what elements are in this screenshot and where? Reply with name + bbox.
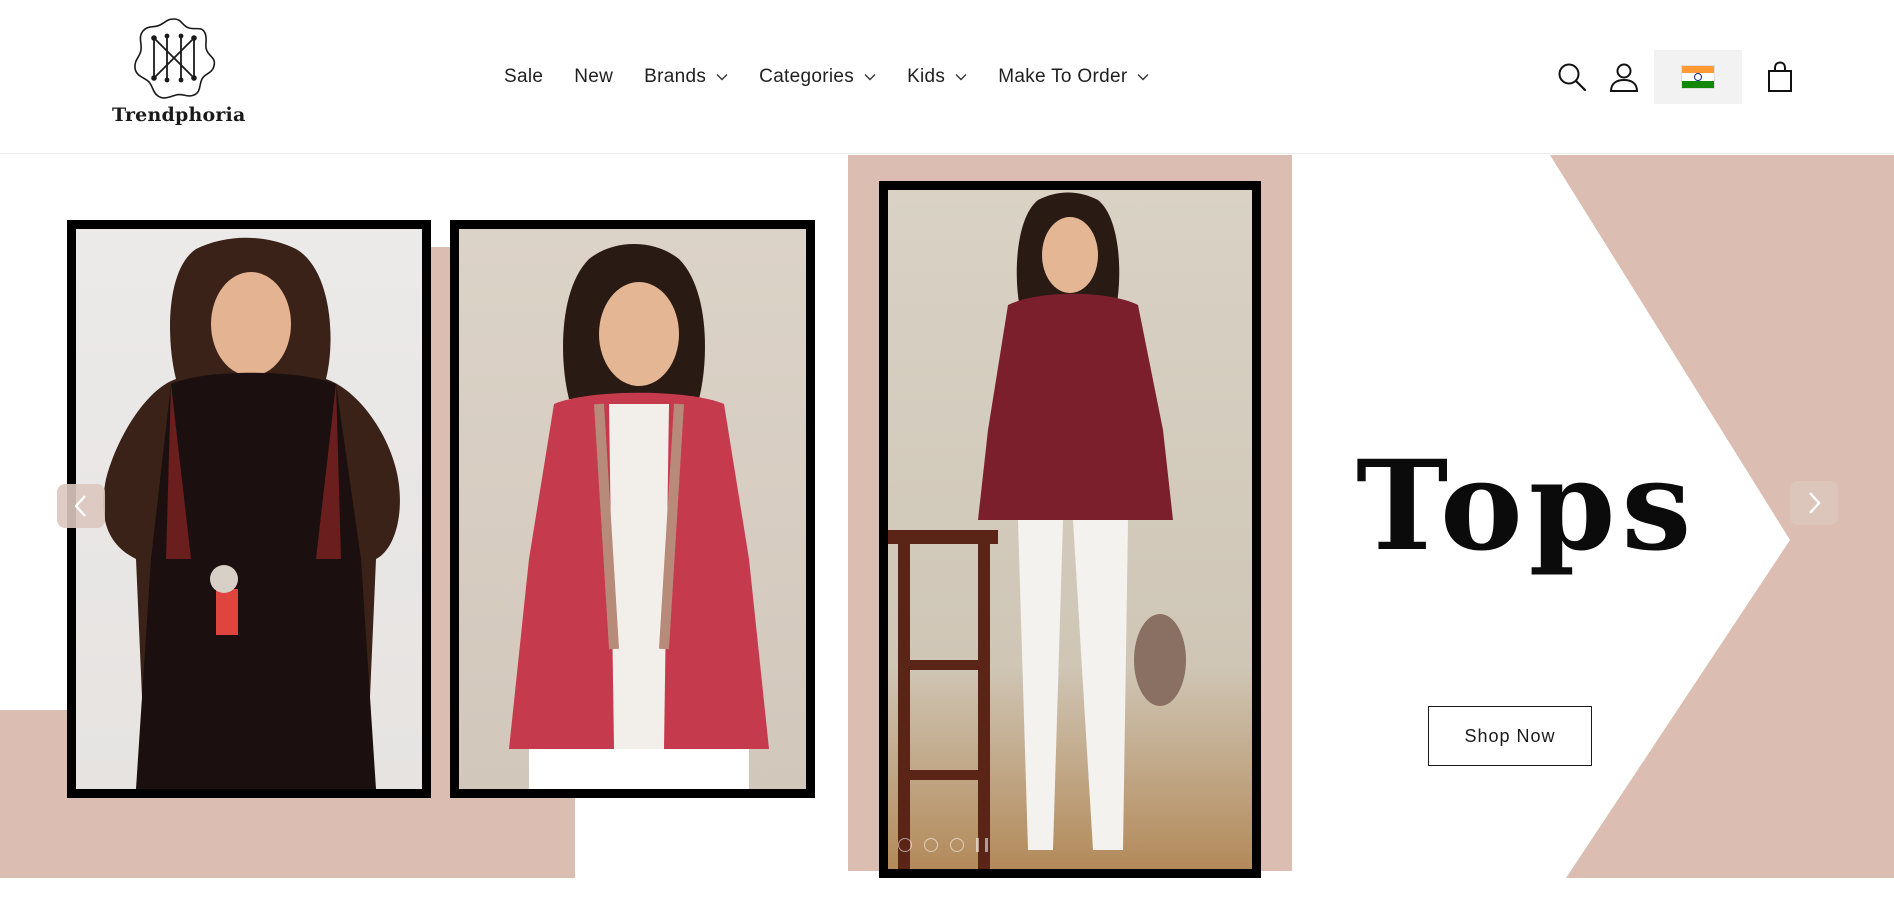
nav-item-kids[interactable]: Kids [907, 66, 967, 88]
logo-mark-icon [134, 18, 216, 99]
product-photo-frame-3[interactable] [879, 181, 1261, 878]
chevron-down-icon [955, 74, 967, 81]
product-photo-frame-1[interactable] [67, 220, 431, 798]
product-photo-frame-2[interactable] [450, 220, 815, 798]
product-photo-red-jacket-top [459, 229, 806, 789]
nav-item-label: Sale [504, 66, 544, 87]
shop-now-button[interactable]: Shop Now [1428, 706, 1592, 766]
chevron-left-icon [74, 495, 86, 517]
nav-item-label: Kids [907, 66, 946, 87]
nav-item-make-to-order[interactable]: Make To Order [998, 66, 1149, 88]
chevron-down-icon [716, 74, 728, 81]
nav-item-label: Categories [759, 66, 855, 87]
account-button[interactable] [1604, 57, 1644, 97]
nav-item-categories[interactable]: Categories [759, 66, 876, 88]
chevron-down-icon [864, 74, 876, 81]
cart-icon [1768, 61, 1792, 92]
brand-logo[interactable]: Trendphoria [112, 16, 246, 130]
nav-item-sale[interactable]: Sale [504, 66, 543, 88]
nav-item-new[interactable]: New [574, 66, 613, 88]
header-icons [1552, 50, 1800, 104]
nav-item-label: Brands [644, 66, 707, 87]
chevron-right-icon [1809, 492, 1821, 514]
logo-text: Trendphoria [112, 104, 246, 126]
account-icon [1609, 63, 1639, 92]
cart-button[interactable] [1760, 57, 1800, 97]
country-selector[interactable] [1654, 50, 1742, 104]
slider-pause-icon[interactable] [976, 838, 988, 852]
slider-prev-button[interactable] [57, 484, 105, 528]
nav-item-brands[interactable]: Brands [644, 66, 728, 88]
search-button[interactable] [1552, 57, 1592, 97]
slider-dot-1[interactable] [898, 838, 912, 852]
site-header: Trendphoria Sale New Brands Categories K… [0, 0, 1894, 154]
india-flag-icon [1681, 65, 1715, 89]
chevron-down-icon [1137, 74, 1149, 81]
product-photo-maroon-print-top [888, 190, 1252, 869]
slider-dot-3[interactable] [950, 838, 964, 852]
slider-dots [898, 838, 988, 852]
hero-banner: Tops Shop Now [0, 155, 1894, 878]
search-icon [1558, 63, 1587, 92]
product-photo-black-floral-top [76, 229, 422, 789]
banner-headline: Tops [1356, 434, 1698, 579]
slider-next-button[interactable] [1790, 481, 1838, 525]
main-nav: Sale New Brands Categories Kids Make To … [504, 62, 1180, 92]
nav-item-label: Make To Order [998, 66, 1128, 87]
nav-item-label: New [574, 66, 614, 87]
slider-dot-2[interactable] [924, 838, 938, 852]
